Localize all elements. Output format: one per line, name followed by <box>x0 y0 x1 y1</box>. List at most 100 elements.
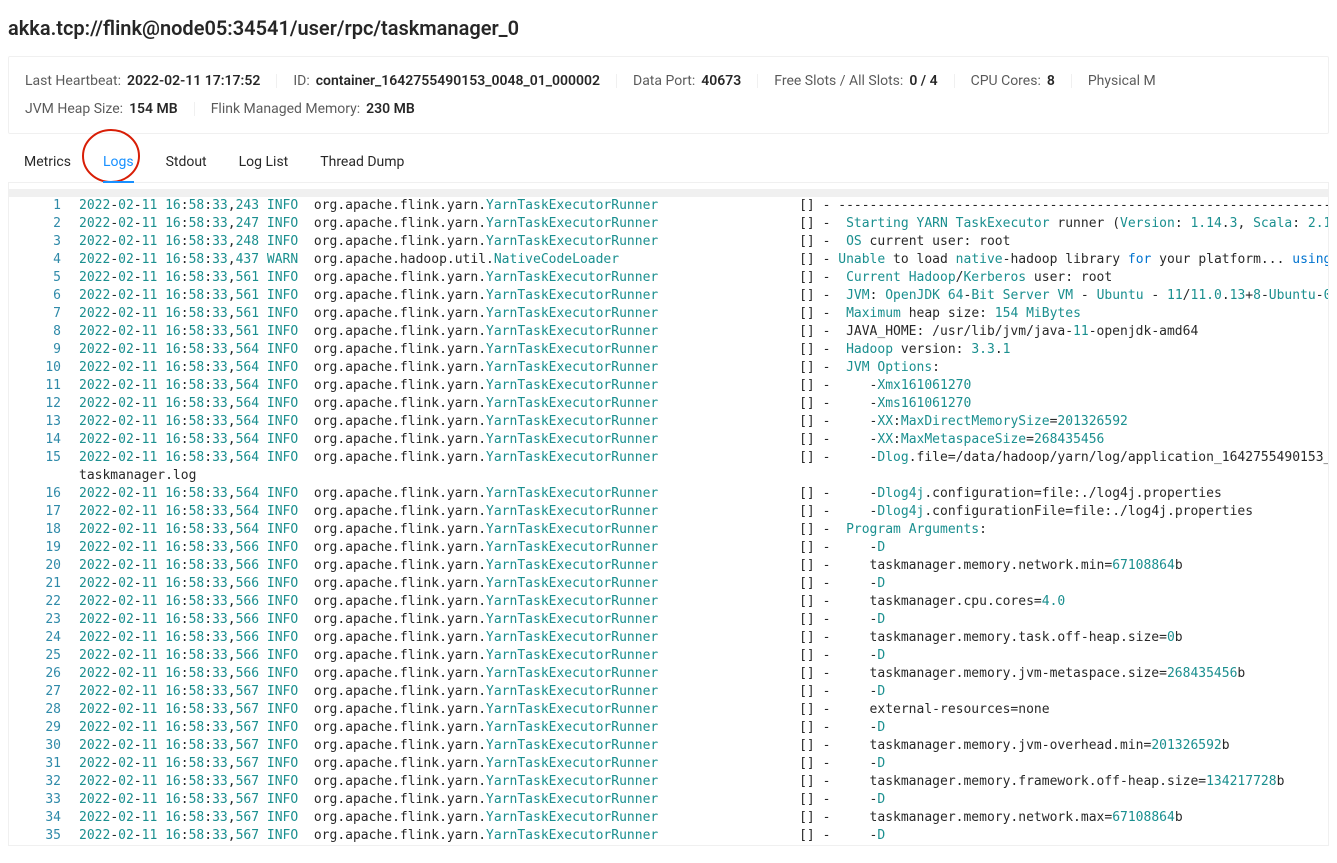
log-line: 342022-02-11 16:58:33,567 INFO org.apach… <box>9 809 1328 827</box>
log-line-body: 2022-02-11 16:58:33,567 INFO org.apache.… <box>79 791 885 809</box>
log-line: 82022-02-11 16:58:33,561 INFO org.apache… <box>9 323 1328 341</box>
info-label: Flink Managed Memory: <box>211 101 360 117</box>
tab-stdout[interactable]: Stdout <box>166 142 207 182</box>
log-line: 322022-02-11 16:58:33,567 INFO org.apach… <box>9 773 1328 791</box>
log-line: 62022-02-11 16:58:33,561 INFO org.apache… <box>9 287 1328 305</box>
log-line-body: 2022-02-11 16:58:33,564 INFO org.apache.… <box>79 377 971 395</box>
line-number: 32 <box>9 773 79 791</box>
log-line-body: 2022-02-11 16:58:33,566 INFO org.apache.… <box>79 557 1183 575</box>
log-line: 302022-02-11 16:58:33,567 INFO org.apach… <box>9 737 1328 755</box>
log-line-body: 2022-02-11 16:58:33,567 INFO org.apache.… <box>79 737 1230 755</box>
line-number: 20 <box>9 557 79 575</box>
log-line-body: 2022-02-11 16:58:33,567 INFO org.apache.… <box>79 683 885 701</box>
info-item: JVM Heap Size: 154 MB <box>25 101 178 117</box>
log-line-body: 2022-02-11 16:58:33,567 INFO org.apache.… <box>79 773 1284 791</box>
info-bar: Last Heartbeat:2022-02-11 17:17:52ID:con… <box>8 56 1329 134</box>
line-number: 13 <box>9 413 79 431</box>
line-number: 23 <box>9 611 79 629</box>
log-line: 172022-02-11 16:58:33,564 INFO org.apach… <box>9 503 1328 521</box>
log-viewer[interactable]: 12022-02-11 16:58:33,243 INFO org.apache… <box>8 183 1329 846</box>
log-line: 132022-02-11 16:58:33,564 INFO org.apach… <box>9 413 1328 431</box>
info-item: Data Port: 40673 <box>633 73 741 89</box>
log-line-body: 2022-02-11 16:58:33,564 INFO org.apache.… <box>79 485 1222 503</box>
tab-logs[interactable]: Logs <box>103 142 134 182</box>
info-separator <box>276 74 277 88</box>
log-line: 152022-02-11 16:58:33,564 INFO org.apach… <box>9 449 1328 467</box>
log-line-body: 2022-02-11 16:58:33,561 INFO org.apache.… <box>79 305 1081 323</box>
info-separator <box>1071 74 1072 88</box>
log-line: 92022-02-11 16:58:33,564 INFO org.apache… <box>9 341 1328 359</box>
line-number: 6 <box>9 287 79 305</box>
log-header-strip <box>9 189 1328 197</box>
line-number: 21 <box>9 575 79 593</box>
info-value: 8 <box>1047 73 1055 89</box>
log-line-body: 2022-02-11 16:58:33,567 INFO org.apache.… <box>79 719 885 737</box>
info-label: Free Slots / All Slots: <box>774 73 903 89</box>
log-line-body: 2022-02-11 16:58:33,567 INFO org.apache.… <box>79 827 885 845</box>
line-number: 30 <box>9 737 79 755</box>
info-item: Flink Managed Memory:230 MB <box>211 101 415 117</box>
info-separator <box>954 74 955 88</box>
info-item: Last Heartbeat:2022-02-11 17:17:52 <box>25 73 260 89</box>
log-line-body: 2022-02-11 16:58:33,564 INFO org.apache.… <box>79 503 1253 521</box>
line-number: 7 <box>9 305 79 323</box>
line-number: 22 <box>9 593 79 611</box>
page-title: akka.tcp://flink@node05:34541/user/rpc/t… <box>8 16 1329 40</box>
log-line: 32022-02-11 16:58:33,248 INFO org.apache… <box>9 233 1328 251</box>
log-line-body: 2022-02-11 16:58:33,566 INFO org.apache.… <box>79 593 1065 611</box>
log-line-body: 2022-02-11 16:58:33,564 INFO org.apache.… <box>79 341 1010 359</box>
log-line: 262022-02-11 16:58:33,566 INFO org.apach… <box>9 665 1328 683</box>
info-label: Data Port: <box>633 73 695 89</box>
log-line: 212022-02-11 16:58:33,566 INFO org.apach… <box>9 575 1328 593</box>
line-number: 16 <box>9 485 79 503</box>
line-number: 27 <box>9 683 79 701</box>
info-value: 0 / 4 <box>909 73 937 89</box>
info-item: CPU Cores: 8 <box>971 73 1055 89</box>
log-line: 52022-02-11 16:58:33,561 INFO org.apache… <box>9 269 1328 287</box>
info-value: 40673 <box>701 73 741 89</box>
log-line: 12022-02-11 16:58:33,243 INFO org.apache… <box>9 197 1328 215</box>
log-line: 292022-02-11 16:58:33,567 INFO org.apach… <box>9 719 1328 737</box>
log-line-body: 2022-02-11 16:58:33,567 INFO org.apache.… <box>79 809 1183 827</box>
log-line: 352022-02-11 16:58:33,567 INFO org.apach… <box>9 827 1328 845</box>
info-row-1: Last Heartbeat:2022-02-11 17:17:52ID:con… <box>25 73 1312 89</box>
info-separator <box>757 74 758 88</box>
line-number: 33 <box>9 791 79 809</box>
line-number: 28 <box>9 701 79 719</box>
info-value: 154 MB <box>129 101 178 117</box>
log-line-body: 2022-02-11 16:58:33,566 INFO org.apache.… <box>79 665 1245 683</box>
log-line-body: 2022-02-11 16:58:33,566 INFO org.apache.… <box>79 647 885 665</box>
log-line-body: 2022-02-11 16:58:33,564 INFO org.apache.… <box>79 521 987 539</box>
info-label: JVM Heap Size: <box>25 101 123 117</box>
line-number: 15 <box>9 449 79 467</box>
log-line: 112022-02-11 16:58:33,564 INFO org.apach… <box>9 377 1328 395</box>
tab-thread-dump[interactable]: Thread Dump <box>320 142 404 182</box>
log-line: 182022-02-11 16:58:33,564 INFO org.apach… <box>9 521 1328 539</box>
line-number: 34 <box>9 809 79 827</box>
log-line: 122022-02-11 16:58:33,564 INFO org.apach… <box>9 395 1328 413</box>
log-line-body: 2022-02-11 16:58:33,564 INFO org.apache.… <box>79 395 971 413</box>
log-line-body: 2022-02-11 16:58:33,567 INFO org.apache.… <box>79 701 1050 719</box>
info-row-2: JVM Heap Size: 154 MB Flink Managed Memory… <box>25 101 1312 117</box>
info-label: CPU Cores: <box>971 73 1041 89</box>
log-line: 72022-02-11 16:58:33,561 INFO org.apache… <box>9 305 1328 323</box>
log-line: 242022-02-11 16:58:33,566 INFO org.apach… <box>9 629 1328 647</box>
log-line: 252022-02-11 16:58:33,566 INFO org.apach… <box>9 647 1328 665</box>
line-number: 10 <box>9 359 79 377</box>
log-line-body: 2022-02-11 16:58:33,561 INFO org.apache.… <box>79 323 1198 341</box>
line-number: 18 <box>9 521 79 539</box>
log-line: 22022-02-11 16:58:33,247 INFO org.apache… <box>9 215 1328 233</box>
log-line: 162022-02-11 16:58:33,564 INFO org.apach… <box>9 485 1328 503</box>
log-line-body: 2022-02-11 16:58:33,437 WARN org.apache.… <box>79 251 1328 269</box>
line-number: 25 <box>9 647 79 665</box>
tabs: Metrics Logs Stdout Log List Thread Dump <box>8 142 1329 183</box>
log-line: 272022-02-11 16:58:33,567 INFO org.apach… <box>9 683 1328 701</box>
log-line: 232022-02-11 16:58:33,566 INFO org.apach… <box>9 611 1328 629</box>
tab-metrics[interactable]: Metrics <box>24 142 71 182</box>
line-number: 4 <box>9 251 79 269</box>
log-content: 12022-02-11 16:58:33,243 INFO org.apache… <box>9 197 1328 845</box>
info-value: container_1642755490153_0048_01_000002 <box>316 73 600 89</box>
info-label: Physical M <box>1088 73 1156 89</box>
log-line: 42022-02-11 16:58:33,437 WARN org.apache… <box>9 251 1328 269</box>
tab-log-list[interactable]: Log List <box>239 142 289 182</box>
